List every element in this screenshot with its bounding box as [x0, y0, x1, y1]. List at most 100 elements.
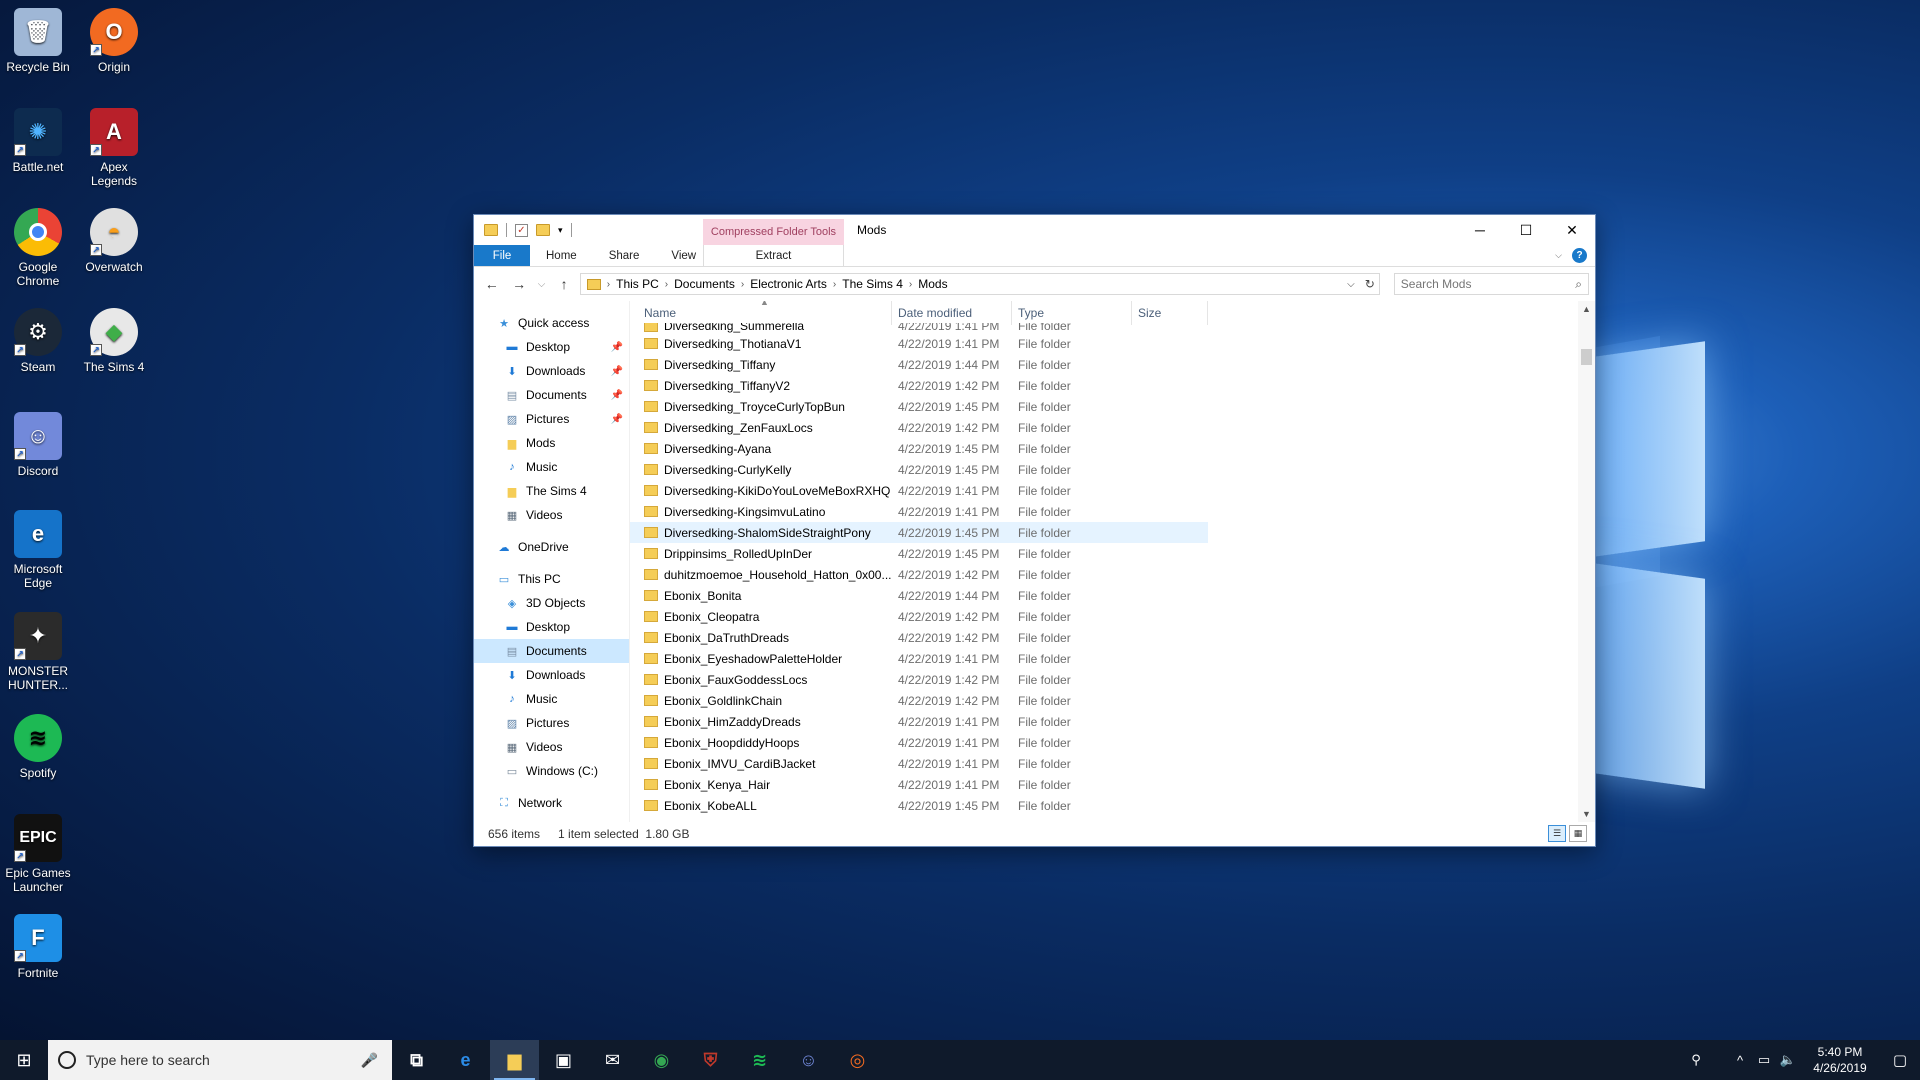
nav-item-videos[interactable]: ▦ Videos	[474, 503, 629, 527]
table-row[interactable]: Ebonix_Bonita 4/22/2019 1:44 PM File folde…	[630, 585, 1208, 606]
new-folder-icon[interactable]	[536, 224, 550, 236]
tab-home[interactable]: Home	[530, 245, 593, 266]
clock[interactable]: 5:40 PM 4/26/2019	[1800, 1044, 1880, 1076]
nav-item-downloads[interactable]: ⬇ Downloads 📌	[474, 359, 629, 383]
table-row[interactable]: Ebonix_FauxGoddessLocs 4/22/2019 1:42 PM F…	[630, 669, 1208, 690]
nav-this-pc[interactable]: ▭ This PC	[474, 567, 629, 591]
breadcrumb-electronic-arts[interactable]: Electronic Arts	[750, 277, 827, 291]
minimize-button[interactable]: ─	[1457, 215, 1503, 245]
table-row[interactable]: Diversedking_Tiffany 4/22/2019 1:44 PM Fil…	[630, 354, 1208, 375]
nav-item-music[interactable]: ♪ Music	[474, 455, 629, 479]
large-icons-view-icon[interactable]: ▦	[1569, 825, 1587, 842]
volume-icon[interactable]: 🔈	[1776, 1052, 1800, 1068]
taskbar-app-spotify[interactable]: ≋	[735, 1040, 784, 1080]
desktop-icon-spotify[interactable]: ≋ Spotify	[0, 714, 76, 780]
nav-item-mods[interactable]: ▆ Mods	[474, 431, 629, 455]
nav-item-3d-objects[interactable]: ◈ 3D Objects	[474, 591, 629, 615]
people-icon[interactable]: ⚲	[1684, 1052, 1708, 1068]
nav-quick-access[interactable]: ★ Quick access	[474, 311, 629, 335]
tab-file[interactable]: File	[474, 245, 530, 266]
nav-item-the-sims-4[interactable]: ▆ The Sims 4	[474, 479, 629, 503]
vertical-scrollbar[interactable]: ▲ ▼	[1578, 301, 1595, 822]
table-row[interactable]: Diversedking_ThotianaV1 4/22/2019 1:41 PM…	[630, 333, 1208, 354]
show-hidden-icons-icon[interactable]: ^	[1728, 1053, 1752, 1068]
up-arrow-icon[interactable]: ↑	[552, 276, 575, 292]
table-row[interactable]: Ebonix_KobeALL 4/22/2019 1:45 PM File fold…	[630, 795, 1208, 816]
start-button[interactable]: ⊞	[0, 1040, 48, 1080]
nav-item-documents[interactable]: ▤ Documents	[474, 639, 629, 663]
table-row[interactable]: Diversedking-ShalomSideStraightPony 4/22/…	[630, 522, 1208, 543]
refresh-icon[interactable]: ↻	[1365, 277, 1375, 291]
search-input[interactable]	[1400, 277, 1576, 291]
table-row[interactable]: Diversedking_TroyceCurlyTopBun 4/22/2019 …	[630, 396, 1208, 417]
table-row[interactable]: Diversedking_Summerella 4/22/2019 1:41 PM…	[630, 323, 1208, 333]
nav-item-pictures[interactable]: ▨ Pictures 📌	[474, 407, 629, 431]
table-row[interactable]: Drippinsims_RolledUpInDer 4/22/2019 1:45 …	[630, 543, 1208, 564]
desktop-icon-origin[interactable]: O ↗ Origin	[76, 8, 152, 74]
taskbar-app-origin[interactable]: ◎	[833, 1040, 882, 1080]
taskbar-app-chrome[interactable]: ◉	[637, 1040, 686, 1080]
tab-share[interactable]: Share	[593, 245, 656, 266]
close-button[interactable]: ✕	[1549, 215, 1595, 245]
table-row[interactable]: Ebonix_IMVU_CardiBJacket 4/22/2019 1:41 P…	[630, 753, 1208, 774]
taskbar-app-discord[interactable]: ☺	[784, 1040, 833, 1080]
table-row[interactable]: Ebonix_Kenya_Hair 4/22/2019 1:41 PM File f…	[630, 774, 1208, 795]
expand-ribbon-icon[interactable]: ⌵	[1555, 250, 1562, 261]
nav-item-desktop[interactable]: ▬ Desktop 📌	[474, 335, 629, 359]
breadcrumb-mods[interactable]: Mods	[918, 277, 947, 291]
scroll-down-icon[interactable]: ▼	[1578, 806, 1595, 822]
taskbar-app-file-explorer[interactable]: ▆	[490, 1040, 539, 1080]
table-row[interactable]: Ebonix_Cleopatra 4/22/2019 1:42 PM File fo…	[630, 606, 1208, 627]
table-row[interactable]: Diversedking-KikiDoYouLoveMeBoxRXHQ 4/22/…	[630, 480, 1208, 501]
table-row[interactable]: Ebonix_HoopdiddyHoops 4/22/2019 1:41 PM Fi…	[630, 732, 1208, 753]
microphone-icon[interactable]: 🎤	[361, 1052, 378, 1069]
nav-network[interactable]: ⛶ Network	[474, 791, 629, 815]
column-date-modified[interactable]: Date modified	[892, 301, 1012, 325]
address-dropdown-icon[interactable]: ⌵	[1347, 279, 1355, 290]
maximize-button[interactable]: ☐	[1503, 215, 1549, 245]
network-icon[interactable]: ▭	[1752, 1052, 1776, 1068]
column-type[interactable]: Type	[1012, 301, 1132, 325]
recent-locations-icon[interactable]: ⌵	[535, 279, 549, 290]
breadcrumb-this-pc[interactable]: This PC	[616, 277, 659, 291]
desktop-icon-edge[interactable]: e Microsoft Edge	[0, 510, 76, 590]
desktop-icon-discord[interactable]: ☺ ↗ Discord	[0, 412, 76, 478]
table-row[interactable]: Diversedking_TiffanyV2 4/22/2019 1:42 PM F…	[630, 375, 1208, 396]
table-row[interactable]: Ebonix_GoldlinkChain 4/22/2019 1:42 PM Fil…	[630, 690, 1208, 711]
nav-item-videos[interactable]: ▦ Videos	[474, 735, 629, 759]
breadcrumb-the-sims-4[interactable]: The Sims 4	[842, 277, 903, 291]
scroll-up-icon[interactable]: ▲	[1578, 301, 1595, 317]
desktop-icon-epic-games[interactable]: EPIC ↗ Epic Games Launcher	[0, 814, 76, 894]
customize-toolbar-icon[interactable]: ▾	[558, 225, 563, 236]
table-row[interactable]: duhitzmoemoe_Household_Hatton_0x00... 4/2…	[630, 564, 1208, 585]
taskbar-app-task-view[interactable]: ⧉	[392, 1040, 441, 1080]
table-row[interactable]: Diversedking_ZenFauxLocs 4/22/2019 1:42 P…	[630, 417, 1208, 438]
scroll-thumb[interactable]	[1581, 349, 1592, 365]
column-size[interactable]: Size	[1132, 301, 1208, 325]
details-view-icon[interactable]: ☰	[1548, 825, 1566, 842]
search-box[interactable]: ⌕	[1393, 273, 1589, 295]
desktop-icon-overwatch[interactable]: ◓ ↗ Overwatch	[76, 208, 152, 274]
taskbar-search[interactable]: Type here to search 🎤	[48, 1040, 392, 1080]
table-row[interactable]: Diversedking-KingsimvuLatino 4/22/2019 1:…	[630, 501, 1208, 522]
breadcrumb-documents[interactable]: Documents	[674, 277, 735, 291]
address-bar[interactable]: › This PC › Documents › Electronic Arts …	[579, 273, 1380, 295]
taskbar-app-mail[interactable]: ✉	[588, 1040, 637, 1080]
table-row[interactable]: Ebonix_DaTruthDreads 4/22/2019 1:42 PM Fil…	[630, 627, 1208, 648]
desktop-icon-chrome[interactable]: Google Chrome	[0, 208, 76, 288]
nav-onedrive[interactable]: ☁ OneDrive	[474, 535, 629, 559]
desktop-icon-apex-legends[interactable]: A ↗ Apex Legends	[76, 108, 152, 188]
taskbar-app-game[interactable]: ⛨	[686, 1040, 735, 1080]
search-icon[interactable]: ⌕	[1575, 277, 1582, 292]
desktop-icon-battlenet[interactable]: ✺ ↗ Battle.net	[0, 108, 76, 174]
tab-extract[interactable]: Extract	[703, 245, 844, 267]
taskbar-app-edge[interactable]: e	[441, 1040, 490, 1080]
table-row[interactable]: Diversedking-CurlyKelly 4/22/2019 1:45 PM…	[630, 459, 1208, 480]
desktop-icon-fortnite[interactable]: F ↗ Fortnite	[0, 914, 76, 980]
nav-item-pictures[interactable]: ▨ Pictures	[474, 711, 629, 735]
action-center-icon[interactable]: ▢	[1880, 1051, 1920, 1069]
properties-icon[interactable]: ✓	[515, 223, 528, 237]
taskbar-app-store[interactable]: ▣	[539, 1040, 588, 1080]
forward-arrow-icon[interactable]: →	[507, 276, 530, 292]
table-row[interactable]: Diversedking-Ayana 4/22/2019 1:45 PM File …	[630, 438, 1208, 459]
